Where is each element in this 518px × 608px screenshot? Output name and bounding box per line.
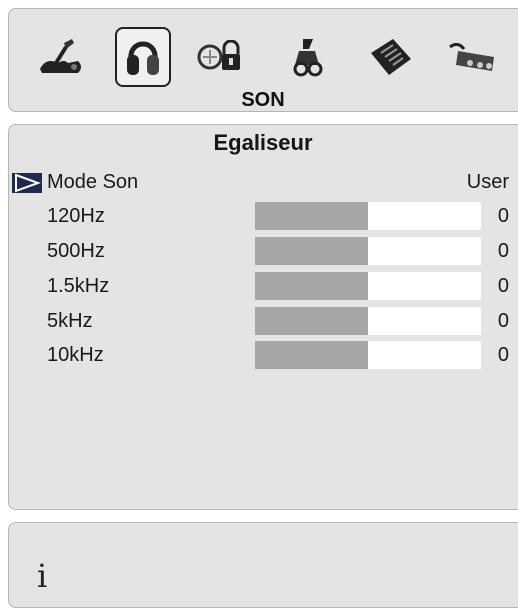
band-slider-fill [255,307,368,335]
band-row-120hz[interactable]: 120Hz 0 [9,202,518,232]
setup-icon[interactable] [277,29,337,85]
band-row-10khz[interactable]: 10kHz 0 [9,341,518,371]
band-slider[interactable] [255,202,481,230]
band-label: 5kHz [47,310,93,332]
band-row-500hz[interactable]: 500Hz 0 [9,237,518,267]
band-slider[interactable] [255,307,481,335]
band-row-1-5khz[interactable]: 1.5kHz 0 [9,272,518,302]
equalizer-panel: Egaliseur Mode Son User 120Hz 0 500Hz 0 … [8,124,518,510]
band-slider[interactable] [255,341,481,369]
menu-panel: SON [8,8,518,112]
band-label: 120Hz [47,205,105,227]
band-value: 0 [497,344,509,366]
band-value: 0 [497,240,509,262]
sound-mode-value: User [466,171,509,193]
sound-mode-row[interactable]: Mode Son User [9,168,518,198]
band-value: 0 [497,205,509,227]
band-slider-fill [255,341,368,369]
headphones-icon[interactable] [115,27,171,87]
band-value: 0 [497,275,509,297]
band-row-5khz[interactable]: 5kHz 0 [9,307,518,337]
selection-arrow-icon [12,173,42,193]
menu-title: SON [241,89,285,111]
band-label: 1.5kHz [47,275,110,297]
band-slider-fill [255,272,368,300]
band-slider[interactable] [255,272,481,300]
band-label: 10kHz [47,344,104,366]
lock-icon[interactable] [191,29,251,85]
sound-mode-label: Mode Son [47,171,139,193]
band-value: 0 [497,310,509,332]
band-slider[interactable] [255,237,481,265]
band-slider-fill [255,237,368,265]
info-panel: i [8,522,518,608]
info-icon: i [37,557,48,595]
equalizer-title: Egaliseur [213,130,313,155]
teletext-icon[interactable] [361,29,421,85]
band-label: 500Hz [47,240,105,262]
picture-icon[interactable] [31,29,91,85]
band-slider-fill [255,202,368,230]
connector-icon[interactable] [445,29,505,85]
